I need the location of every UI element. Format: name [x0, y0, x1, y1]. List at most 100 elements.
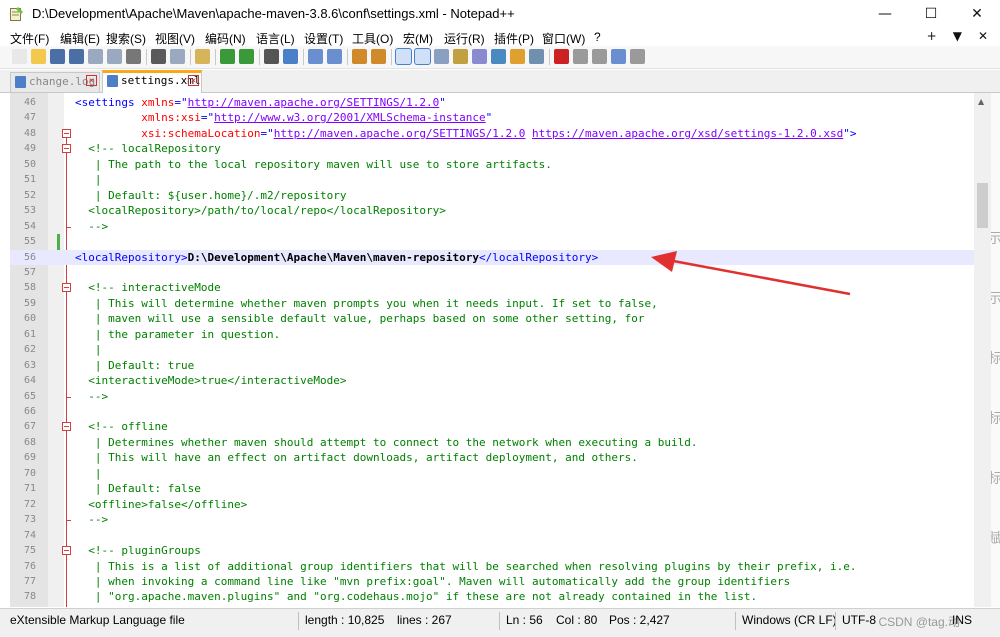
menu-item-4[interactable]: 编码(N): [205, 30, 246, 47]
zoom-out-icon[interactable]: [327, 49, 342, 64]
code-line[interactable]: 49 <!-- localRepository: [10, 141, 974, 156]
new-tab-icon[interactable]: +: [927, 29, 937, 43]
sync-h-icon[interactable]: [371, 49, 386, 64]
code-line[interactable]: 59 | This will determine whether maven p…: [10, 296, 974, 311]
code-line[interactable]: 54 -->: [10, 219, 974, 234]
zoom-in-icon[interactable]: [308, 49, 323, 64]
code-line[interactable]: 52 | Default: ${user.home}/.m2/repositor…: [10, 188, 974, 203]
code-line[interactable]: 61 | the parameter in question.: [10, 327, 974, 342]
udl-icon[interactable]: [453, 49, 468, 64]
code-line[interactable]: 50 | The path to the local repository ma…: [10, 157, 974, 172]
print-icon[interactable]: [126, 49, 141, 64]
minimize-button[interactable]: —: [862, 0, 908, 28]
code-line[interactable]: 58 <!-- interactiveMode: [10, 280, 974, 295]
code-line[interactable]: 51 |: [10, 172, 974, 187]
code-token: http://maven.apache.org/SETTINGS/1.2.0: [273, 126, 526, 140]
save-all-icon[interactable]: [69, 49, 84, 64]
code-line[interactable]: 68 | Determines whether maven should att…: [10, 435, 974, 450]
macro-record-icon[interactable]: [554, 49, 569, 64]
tab-change-log[interactable]: change.log ✕: [10, 72, 100, 92]
title-bar[interactable]: D:\Development\Apache\Maven\apache-maven…: [0, 0, 1000, 28]
menu-item-1[interactable]: 编辑(E): [60, 30, 100, 47]
new-icon[interactable]: [12, 49, 27, 64]
tab-list-icon[interactable]: ▼: [953, 29, 962, 43]
replace-icon[interactable]: [283, 49, 298, 64]
menu-item-6[interactable]: 设置(T): [304, 30, 343, 47]
sync-v-icon[interactable]: [352, 49, 367, 64]
code-line[interactable]: 73 -->: [10, 512, 974, 527]
code-line[interactable]: 47 xmlns:xsi="http://www.w3.org/2001/XML…: [10, 110, 974, 125]
code-line[interactable]: 48 xsi:schemaLocation="http://maven.apac…: [10, 126, 974, 141]
menu-item-2[interactable]: 搜索(S): [106, 30, 146, 47]
close-doc-icon[interactable]: ✕: [978, 29, 988, 43]
vertical-scrollbar[interactable]: ▲: [974, 93, 991, 607]
toolbar-separator: [215, 49, 216, 65]
code-line[interactable]: 69 | This will have an effect on artifac…: [10, 450, 974, 465]
word-wrap-icon[interactable]: [395, 48, 412, 65]
code-line[interactable]: 53 <localRepository>/path/to/local/repo<…: [10, 203, 974, 218]
menu-item-5[interactable]: 语言(L): [256, 30, 295, 47]
find-icon[interactable]: [264, 49, 279, 64]
paste-icon[interactable]: [195, 49, 210, 64]
code-line[interactable]: 64 <interactiveMode>true</interactiveMod…: [10, 373, 974, 388]
code-line[interactable]: 71 | Default: false: [10, 481, 974, 496]
menu-item-12[interactable]: ?: [594, 30, 601, 44]
close-button[interactable]: ✕: [954, 0, 1000, 28]
menu-item-7[interactable]: 工具(O): [352, 30, 393, 47]
code-line[interactable]: 72 <offline>false</offline>: [10, 497, 974, 512]
doc-map-icon[interactable]: [472, 49, 487, 64]
scrollbar-thumb[interactable]: [977, 183, 988, 228]
menu-item-0[interactable]: 文件(F): [10, 30, 49, 47]
editor-pane[interactable]: 46 <settings xmlns="http://maven.apache.o…: [10, 93, 974, 607]
scroll-up-arrow-icon[interactable]: ▲: [978, 97, 984, 106]
close-icon[interactable]: [88, 49, 103, 64]
code-token: | when invoking a command line like "mvn…: [75, 574, 791, 588]
menu-item-3[interactable]: 视图(V): [155, 30, 195, 47]
menu-item-11[interactable]: 窗口(W): [542, 30, 585, 47]
code-line[interactable]: 75 <!-- pluginGroups: [10, 543, 974, 558]
code-line[interactable]: 74: [10, 528, 974, 543]
macro-run-multiple-icon[interactable]: [611, 49, 626, 64]
code-line[interactable]: 65 -->: [10, 389, 974, 404]
status-insert-mode[interactable]: INS: [952, 613, 972, 627]
tab-close-icon[interactable]: ✕: [86, 75, 97, 86]
cut-icon[interactable]: [151, 49, 166, 64]
func-list-icon[interactable]: [491, 49, 506, 64]
status-encoding[interactable]: UTF-8: [842, 613, 876, 627]
code-line[interactable]: 63 | Default: true: [10, 358, 974, 373]
status-eol[interactable]: Windows (CR LF): [742, 613, 837, 627]
indent-guide-icon[interactable]: [434, 49, 449, 64]
menu-item-9[interactable]: 运行(R): [444, 30, 485, 47]
code-line[interactable]: 77 | when invoking a command line like "…: [10, 574, 974, 589]
open-icon[interactable]: [31, 49, 46, 64]
macro-save-icon[interactable]: [630, 49, 645, 64]
code-line[interactable]: 66: [10, 404, 974, 419]
code-line[interactable]: 62 |: [10, 342, 974, 357]
copy-icon[interactable]: [170, 49, 185, 64]
maximize-button[interactable]: ☐: [908, 0, 954, 28]
code-line[interactable]: 46 <settings xmlns="http://maven.apache.o…: [10, 95, 974, 110]
undo-icon[interactable]: [220, 49, 235, 64]
save-icon[interactable]: [50, 49, 65, 64]
code-line[interactable]: 56 <localRepository>D:\Development\Apache…: [10, 249, 974, 265]
code-token: -->: [75, 219, 109, 233]
code-line[interactable]: 70 |: [10, 466, 974, 481]
menu-item-10[interactable]: 插件(P): [494, 30, 534, 47]
code-line[interactable]: 55: [10, 234, 974, 249]
line-number: 51: [23, 174, 36, 186]
tab-close-icon[interactable]: ✕: [188, 75, 199, 86]
code-line[interactable]: 57: [10, 265, 974, 280]
close-all-icon[interactable]: [107, 49, 122, 64]
monitor-icon[interactable]: [529, 49, 544, 64]
menu-item-8[interactable]: 宏(M): [403, 30, 433, 47]
all-chars-icon[interactable]: [414, 48, 431, 65]
macro-stop-icon[interactable]: [573, 49, 588, 64]
code-line[interactable]: 78 | "org.apache.maven.plugins" and "org…: [10, 589, 974, 604]
tab-settings-xml[interactable]: settings.xml ✕: [102, 70, 202, 93]
redo-icon[interactable]: [239, 49, 254, 64]
folder-workspace-icon[interactable]: [510, 49, 525, 64]
code-line[interactable]: 67 <!-- offline: [10, 419, 974, 434]
code-line[interactable]: 76 | This is a list of additional group …: [10, 559, 974, 574]
macro-play-icon[interactable]: [592, 49, 607, 64]
code-line[interactable]: 60 | maven will use a sensible default v…: [10, 311, 974, 326]
